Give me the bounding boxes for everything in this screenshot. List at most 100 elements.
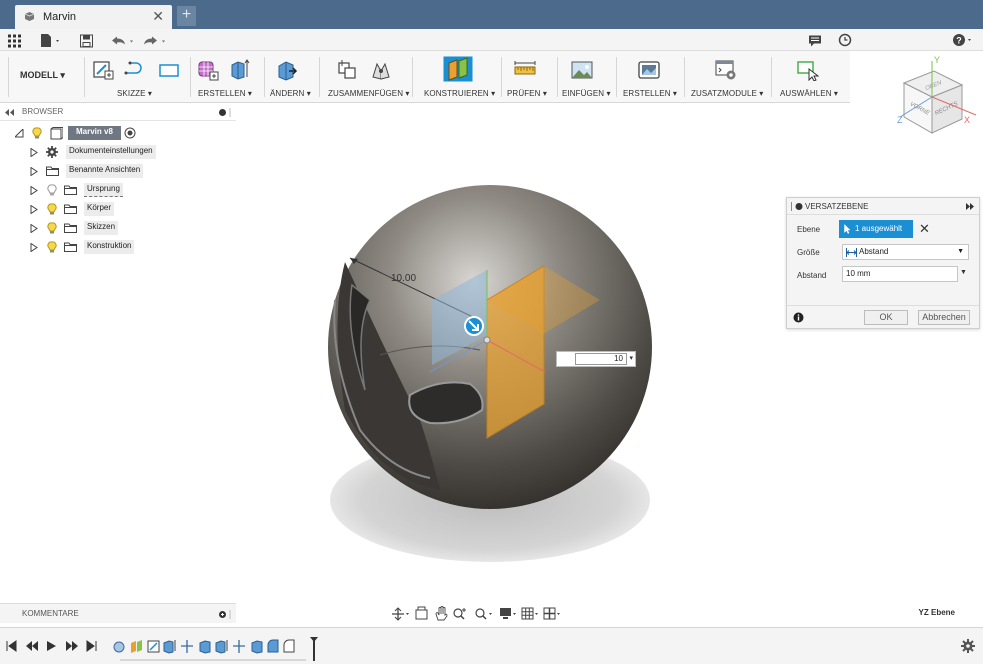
redo-icon[interactable]	[142, 33, 168, 49]
expand-icon[interactable]	[30, 205, 38, 214]
play-icon[interactable]	[47, 641, 56, 651]
sketch-rectangle-icon[interactable]	[158, 59, 180, 81]
measure-icon[interactable]	[514, 59, 536, 81]
info-icon[interactable]	[793, 312, 804, 323]
expand-dialog-icon[interactable]	[965, 203, 975, 210]
offset-manipulator-arrow[interactable]	[464, 316, 484, 336]
extent-type-dropdown[interactable]: Abstand ▼	[842, 244, 969, 260]
help-icon[interactable]: ?	[952, 32, 976, 48]
comments-add-icon[interactable]	[218, 610, 232, 619]
visibility-bulb-icon[interactable]	[47, 222, 57, 234]
expand-icon[interactable]	[30, 243, 38, 252]
svg-text:?: ?	[956, 36, 962, 46]
look-at-icon[interactable]	[415, 606, 428, 620]
document-icon	[24, 12, 35, 21]
activate-radio-icon[interactable]	[124, 127, 136, 139]
expand-icon[interactable]	[30, 167, 38, 176]
offset-plane-dialog: VERSATZEBENE Ebene 1 ausgewählt ✕ Größe …	[786, 197, 980, 329]
save-icon[interactable]	[80, 33, 93, 49]
joint-icon[interactable]	[370, 59, 392, 81]
sketch-line-icon[interactable]	[124, 59, 146, 81]
root-component-label[interactable]: Marvin v8	[68, 126, 121, 140]
viewports-icon[interactable]	[543, 607, 560, 620]
close-tab-icon[interactable]: ✕	[152, 8, 164, 25]
expand-icon[interactable]	[30, 186, 38, 195]
distance-value[interactable]: 10 mm	[846, 269, 870, 278]
group-label-auswaehlen[interactable]: AUSWÄHLEN ▾	[780, 89, 838, 98]
timeline-features[interactable]	[112, 636, 324, 662]
browser-item-koerper[interactable]: Körper	[30, 202, 235, 218]
distance-field[interactable]: 10 mm	[842, 266, 958, 282]
browser-pin-icon[interactable]	[218, 108, 232, 117]
distance-input-box[interactable]: 10 ▾	[556, 351, 636, 367]
new-tab-button[interactable]: +	[177, 6, 196, 26]
clear-selection-icon[interactable]: ✕	[919, 221, 930, 237]
undo-icon[interactable]	[110, 33, 136, 49]
display-settings-icon[interactable]	[500, 608, 516, 619]
insert-image-icon[interactable]	[571, 59, 593, 81]
browser-item-dokumenteinstellungen[interactable]: Dokumenteinstellungen	[30, 145, 235, 161]
go-to-end-icon[interactable]	[86, 640, 97, 652]
grid-settings-icon[interactable]	[521, 607, 538, 620]
pan-icon[interactable]	[435, 606, 448, 621]
timeline-extrude-icon	[251, 640, 263, 654]
gear-icon	[46, 146, 58, 158]
extrude-icon[interactable]	[228, 59, 250, 81]
sketch-create-icon[interactable]	[92, 59, 114, 81]
comment-icon[interactable]	[808, 33, 822, 49]
plane-selection-button[interactable]: 1 ausgewählt	[839, 220, 913, 238]
group-label-aendern[interactable]: ÄNDERN ▾	[270, 89, 311, 98]
file-menu-icon[interactable]	[40, 33, 62, 49]
distance-input[interactable]: 10	[575, 353, 627, 365]
browser-item-ursprung[interactable]: Ursprung	[30, 183, 235, 199]
chevron-down-icon[interactable]: ▼	[960, 269, 967, 276]
group-label-zusammenfuegen[interactable]: ZUSAMMENFÜGEN ▾	[328, 89, 410, 98]
extent-type-value: Abstand	[859, 247, 889, 256]
new-component-icon[interactable]	[337, 59, 359, 81]
group-label-einfuegen[interactable]: EINFÜGEN ▾	[562, 89, 611, 98]
browser-item-skizzen[interactable]: Skizzen	[30, 221, 235, 237]
visibility-bulb-icon[interactable]	[32, 127, 42, 139]
workspace-switcher[interactable]: MODELL ▾	[20, 70, 65, 81]
group-label-zusatzmodule[interactable]: ZUSATZMODULE ▾	[691, 89, 763, 98]
group-label-erstellen-render[interactable]: ERSTELLEN ▾	[623, 89, 677, 98]
expand-root-icon[interactable]	[15, 129, 24, 138]
group-label-konstruieren[interactable]: KONSTRUIEREN ▾	[424, 89, 495, 98]
dialog-grip-icon[interactable]	[791, 202, 803, 211]
group-label-erstellen[interactable]: ERSTELLEN ▾	[198, 89, 252, 98]
clock-icon[interactable]	[838, 32, 852, 48]
render-icon[interactable]	[638, 59, 660, 81]
app-grid-icon[interactable]	[8, 33, 21, 49]
ok-button[interactable]: OK	[864, 310, 908, 325]
zoom-window-icon[interactable]	[475, 608, 492, 620]
create-form-icon[interactable]	[197, 59, 219, 81]
select-icon[interactable]	[797, 59, 819, 81]
browser-root-row[interactable]: Marvin v8	[15, 126, 235, 142]
visibility-bulb-icon[interactable]	[47, 203, 57, 215]
group-label-skizze[interactable]: SKIZZE ▾	[117, 89, 152, 98]
go-to-start-icon[interactable]	[6, 640, 17, 652]
step-forward-icon[interactable]	[66, 641, 78, 651]
orbit-icon[interactable]	[392, 607, 409, 621]
collapse-browser-icon[interactable]	[5, 109, 15, 116]
navigation-bar	[392, 606, 560, 621]
browser-item-label: Körper	[84, 202, 115, 216]
group-label-pruefen[interactable]: PRÜFEN ▾	[507, 89, 547, 98]
press-pull-icon[interactable]	[276, 59, 298, 81]
step-back-icon[interactable]	[26, 641, 38, 651]
expand-icon[interactable]	[30, 148, 38, 157]
expand-icon[interactable]	[30, 224, 38, 233]
timeline-bar	[0, 627, 983, 664]
document-tab[interactable]: Marvin ✕	[15, 5, 172, 29]
visibility-bulb-off-icon[interactable]	[47, 184, 57, 196]
chevron-down-icon[interactable]: ▾	[629, 354, 633, 362]
scripts-addins-icon[interactable]	[715, 59, 737, 81]
browser-item-konstruktion[interactable]: Konstruktion	[30, 240, 235, 256]
offset-plane-icon[interactable]	[443, 56, 473, 82]
visibility-bulb-icon[interactable]	[47, 241, 57, 253]
timeline-settings-gear-icon[interactable]	[961, 639, 975, 653]
zoom-icon[interactable]	[453, 608, 466, 620]
folder-icon	[64, 223, 77, 233]
cancel-button[interactable]: Abbrechen	[918, 310, 970, 325]
browser-item-benannte-ansichten[interactable]: Benannte Ansichten	[30, 164, 235, 180]
